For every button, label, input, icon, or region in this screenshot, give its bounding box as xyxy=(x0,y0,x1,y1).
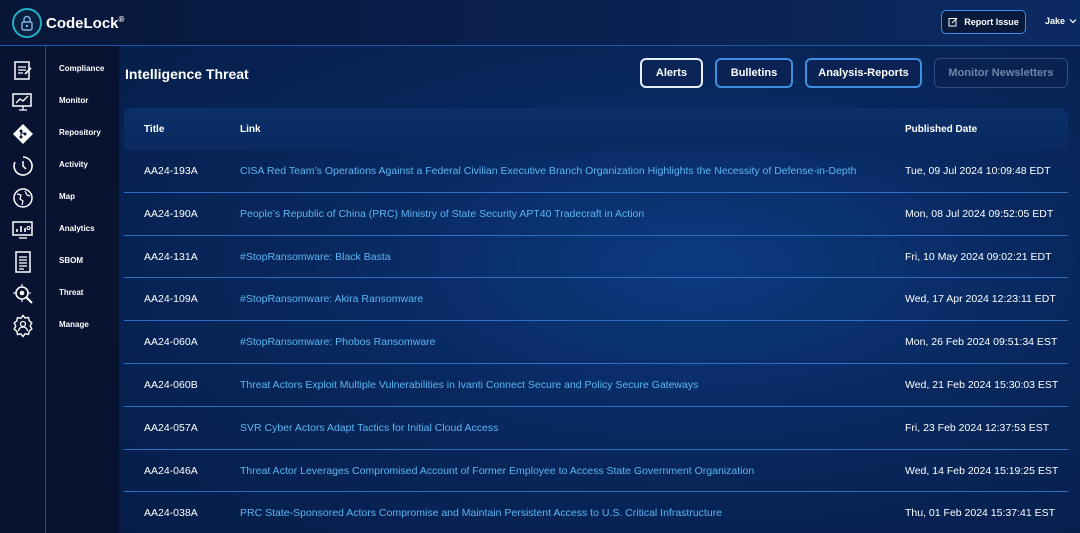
table-row: AA24-046A Threat Actor Leverages Compromi… xyxy=(124,450,1068,493)
sidebar-item-sbom[interactable]: SBOM xyxy=(59,256,83,265)
sidebar-item-analytics[interactable]: Analytics xyxy=(59,224,95,233)
row-title: AA24-131A xyxy=(144,250,198,263)
tab-bulletins[interactable]: Bulletins xyxy=(715,58,793,88)
sidebar-item-map[interactable]: Map xyxy=(59,192,75,201)
row-published-date: Wed, 14 Feb 2024 15:19:25 EST xyxy=(905,464,1059,477)
lock-logo-icon xyxy=(12,8,42,38)
sidebar-nav: Compliance Monitor Repository Activity M… xyxy=(46,46,119,533)
sidebar-item-monitor[interactable]: Monitor xyxy=(59,96,88,105)
row-published-date: Mon, 08 Jul 2024 09:52:05 EDT xyxy=(905,207,1054,220)
row-link[interactable]: People’s Republic of China (PRC) Ministr… xyxy=(240,208,644,220)
row-link[interactable]: #StopRansomware: Akira Ransomware xyxy=(240,293,423,305)
sidebar-item-compliance[interactable]: Compliance xyxy=(59,64,104,73)
tab-monitor-newsletters: Monitor Newsletters xyxy=(934,58,1068,88)
sidebar-item-manage[interactable]: Manage xyxy=(59,320,89,329)
app-logo[interactable]: CodeLock® xyxy=(12,8,124,38)
repository-icon[interactable] xyxy=(11,122,35,146)
app-name: CodeLock® xyxy=(46,14,125,32)
row-title: AA24-060B xyxy=(144,378,198,391)
table-row: AA24-060B Threat Actors Exploit Multiple … xyxy=(124,364,1068,407)
tab-analysis-reports[interactable]: Analysis-Reports xyxy=(805,58,922,88)
row-published-date: Fri, 10 May 2024 09:02:21 EDT xyxy=(905,250,1052,263)
report-issue-label: Report Issue xyxy=(964,17,1019,27)
table-header: Title Link Published Date xyxy=(124,108,1068,150)
row-link[interactable]: Threat Actors Exploit Multiple Vulnerabi… xyxy=(240,379,698,391)
table-row: AA24-038A PRC State-Sponsored Actors Comp… xyxy=(124,492,1068,533)
activity-icon[interactable] xyxy=(11,154,35,178)
row-title: AA24-057A xyxy=(144,421,198,434)
sidebar-item-activity[interactable]: Activity xyxy=(59,160,88,169)
row-link[interactable]: Threat Actor Leverages Compromised Accou… xyxy=(240,465,754,477)
report-issue-button[interactable]: Report Issue xyxy=(941,10,1026,34)
row-title: AA24-193A xyxy=(144,165,198,177)
monitor-icon[interactable] xyxy=(11,90,35,114)
row-link[interactable]: #StopRansomware: Black Basta xyxy=(240,251,391,263)
row-title: AA24-060A xyxy=(144,336,198,349)
column-header-published-date[interactable]: Published Date xyxy=(905,124,977,135)
row-published-date: Wed, 17 Apr 2024 12:23:11 EDT xyxy=(905,293,1056,306)
row-link[interactable]: CISA Red Team’s Operations Against a Fed… xyxy=(240,165,857,177)
threat-icon[interactable] xyxy=(11,282,35,306)
table-row: AA24-190A People’s Republic of China (PRC… xyxy=(124,193,1068,236)
main-content: Intelligence Threat Alerts Bulletins Ana… xyxy=(119,46,1080,533)
table-body: AA24-193A CISA Red Team’s Operations Agai… xyxy=(124,150,1068,533)
row-link[interactable]: #StopRansomware: Phobos Ransomware xyxy=(240,336,436,348)
sidebar-item-threat[interactable]: Threat xyxy=(59,288,83,297)
row-link[interactable]: SVR Cyber Actors Adapt Tactics for Initi… xyxy=(240,422,498,434)
table-row: AA24-057A SVR Cyber Actors Adapt Tactics … xyxy=(124,407,1068,450)
column-header-link[interactable]: Link xyxy=(240,124,261,135)
row-title: AA24-038A xyxy=(144,507,198,520)
alerts-table: Title Link Published Date AA24-193A CISA … xyxy=(124,108,1068,533)
table-row: AA24-109A #StopRansomware: Akira Ransomwa… xyxy=(124,278,1068,322)
row-title: AA24-190A xyxy=(144,207,198,220)
user-name: Jake xyxy=(1045,16,1066,26)
row-link[interactable]: PRC State-Sponsored Actors Compromise an… xyxy=(240,507,722,519)
row-published-date: Mon, 26 Feb 2024 09:51:34 EST xyxy=(905,336,1058,349)
manage-icon[interactable] xyxy=(11,314,35,338)
row-published-date: Wed, 21 Feb 2024 15:30:03 EST xyxy=(905,378,1059,391)
user-menu[interactable]: Jake xyxy=(1045,16,1077,26)
row-published-date: Fri, 23 Feb 2024 12:37:53 EST xyxy=(905,421,1050,434)
edit-icon xyxy=(948,17,958,27)
tab-alerts[interactable]: Alerts xyxy=(640,58,703,88)
sidebar-item-repository[interactable]: Repository xyxy=(59,128,101,137)
compliance-icon[interactable] xyxy=(11,58,35,82)
row-title: AA24-046A xyxy=(144,464,198,477)
table-row: AA24-193A CISA Red Team’s Operations Agai… xyxy=(124,150,1068,193)
map-icon[interactable] xyxy=(11,186,35,210)
row-title: AA24-109A xyxy=(144,293,198,306)
table-row: AA24-060A #StopRansomware: Phobos Ransomw… xyxy=(124,321,1068,364)
row-published-date: Thu, 01 Feb 2024 15:37:41 EST xyxy=(905,507,1056,520)
top-bar: CodeLock® Report Issue Jake xyxy=(0,0,1080,46)
column-header-title[interactable]: Title xyxy=(144,124,164,135)
row-published-date: Tue, 09 Jul 2024 10:09:48 EDT xyxy=(905,165,1051,177)
chevron-down-icon xyxy=(1069,19,1077,24)
page-title: Intelligence Threat xyxy=(125,66,249,82)
sbom-icon[interactable] xyxy=(11,250,35,274)
table-row: AA24-131A #StopRansomware: Black Basta Fri… xyxy=(124,236,1068,279)
analytics-icon[interactable] xyxy=(11,218,35,242)
icon-rail xyxy=(0,46,46,533)
